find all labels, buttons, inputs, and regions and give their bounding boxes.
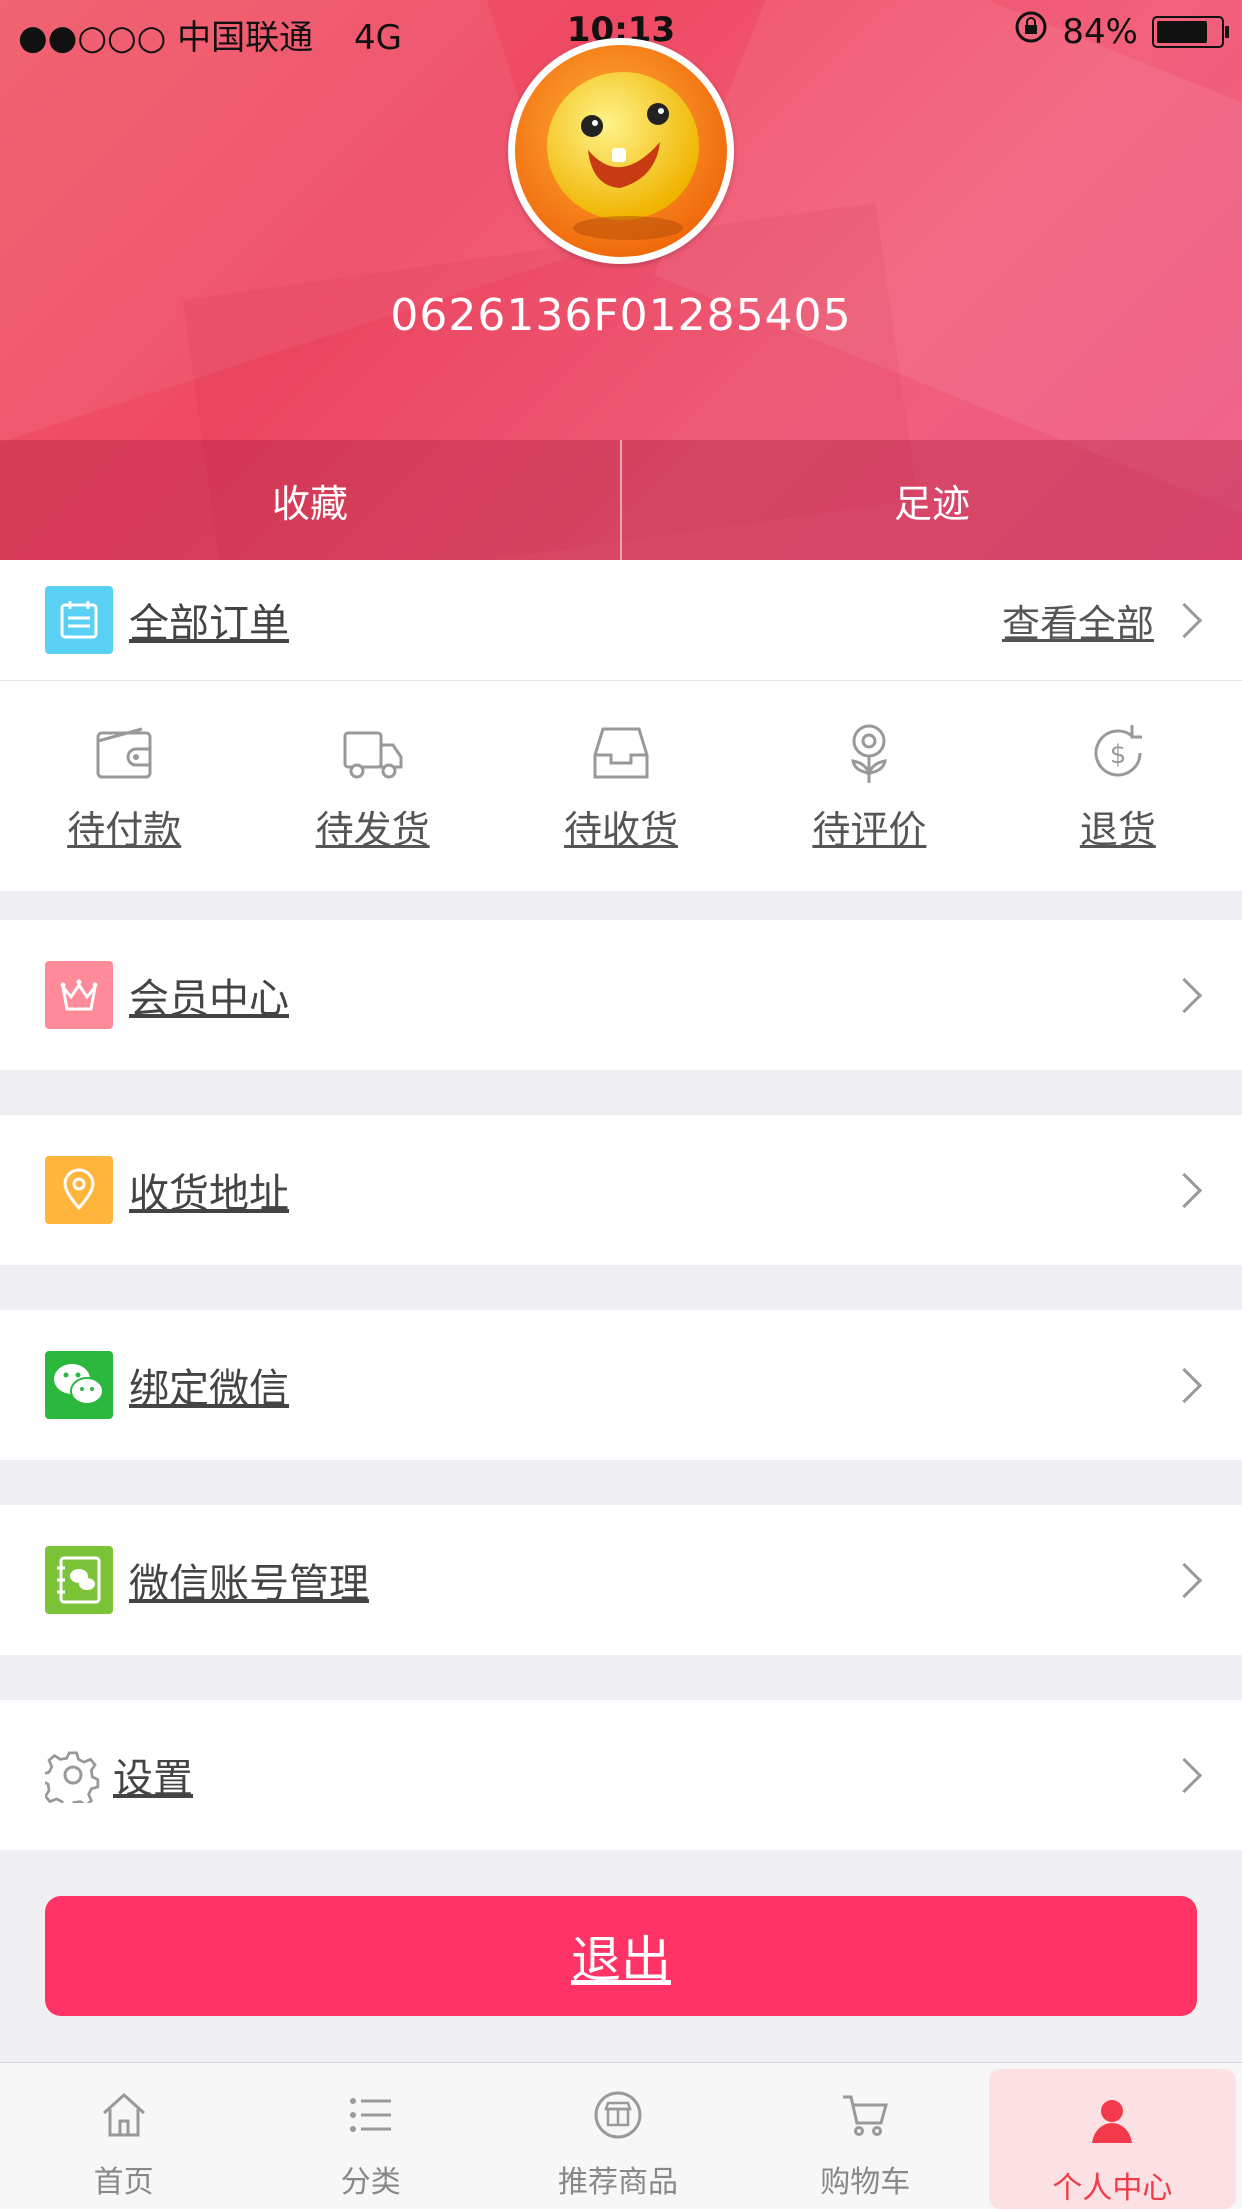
settings-label: 设置	[113, 1756, 193, 1802]
order-status-label: 待评价	[812, 808, 927, 852]
truck-icon	[343, 731, 403, 779]
chevron-right-icon	[1166, 1757, 1203, 1794]
avatar[interactable]	[508, 38, 734, 264]
quick-tabs: 收藏 足迹	[0, 440, 1242, 560]
chevron-right-icon	[1166, 977, 1203, 1014]
order-status-refund[interactable]: $ 退货	[994, 681, 1242, 891]
tab-label: 个人中心	[1052, 2171, 1173, 2206]
footprints-tab[interactable]: 足迹	[622, 440, 1242, 560]
settings-row[interactable]: 设置	[0, 1700, 1242, 1850]
tab-profile[interactable]: 个人中心	[988, 2069, 1237, 2209]
chevron-right-icon	[1166, 1562, 1203, 1599]
tab-label: 推荐商品	[558, 2165, 678, 2200]
chevron-right-icon	[1166, 1172, 1203, 1209]
address-label: 收货地址	[129, 1171, 289, 1217]
bottom-tab-bar: 首页 分类 推荐商品 购物车 个人中心	[0, 2062, 1242, 2209]
battery-percent: 84%	[1062, 11, 1138, 52]
tab-label: 首页	[93, 2165, 154, 2200]
order-status-bar: 待付款 待发货 待收货 待评价 $ 退货	[0, 680, 1242, 891]
all-orders-row[interactable]: 全部订单 查看全部	[0, 560, 1242, 680]
wechat-account-label: 微信账号管理	[129, 1561, 369, 1607]
favorites-tab[interactable]: 收藏	[0, 440, 620, 560]
order-status-pending-receipt[interactable]: 待收货	[497, 681, 745, 891]
tab-home[interactable]: 首页	[0, 2063, 247, 2209]
username: 0626136F01285405	[390, 290, 852, 341]
chevron-right-icon	[1166, 1367, 1203, 1404]
calendar-icon	[45, 586, 113, 654]
wechat-contacts-icon	[45, 1546, 113, 1614]
flower-icon	[851, 724, 888, 783]
order-status-pending-review[interactable]: 待评价	[745, 681, 993, 891]
location-pin-icon	[45, 1156, 113, 1224]
wechat-icon	[45, 1351, 113, 1419]
order-status-pending-shipment[interactable]: 待发货	[248, 681, 496, 891]
person-icon	[1092, 2100, 1133, 2143]
view-all-link[interactable]: 查看全部	[1002, 593, 1154, 648]
member-center-row[interactable]: 会员中心	[0, 920, 1242, 1070]
profile-header: ●●○○○ 中国联通 4G 10:13 84% 0626136F01285405…	[0, 0, 1242, 560]
wallet-icon	[96, 727, 152, 779]
status-right: 84%	[1014, 10, 1229, 53]
wechat-account-row[interactable]: 微信账号管理	[0, 1505, 1242, 1655]
refund-icon: $	[1094, 725, 1142, 777]
chevron-right-icon	[1166, 602, 1203, 639]
home-icon	[102, 2092, 145, 2137]
order-status-label: 待发货	[315, 808, 430, 852]
member-center-label: 会员中心	[129, 976, 289, 1022]
all-orders-label: 全部订单	[129, 601, 289, 647]
gear-icon	[41, 1747, 101, 1810]
tab-label: 购物车	[820, 2165, 911, 2200]
store-icon	[594, 2091, 642, 2139]
order-status-pending-payment[interactable]: 待付款	[0, 681, 248, 891]
svg-text:$: $	[1110, 740, 1127, 770]
list-icon	[349, 2098, 391, 2132]
tab-label: 分类	[340, 2165, 401, 2200]
battery-icon	[1152, 15, 1229, 48]
tab-recommended[interactable]: 推荐商品	[494, 2063, 741, 2209]
address-row[interactable]: 收货地址	[0, 1115, 1242, 1265]
cart-icon	[843, 2095, 889, 2136]
crown-icon	[45, 961, 113, 1029]
bind-wechat-row[interactable]: 绑定微信	[0, 1310, 1242, 1460]
order-status-label: 待付款	[67, 808, 182, 852]
bind-wechat-label: 绑定微信	[129, 1366, 289, 1412]
order-status-label: 退货	[1079, 808, 1156, 852]
logout-button[interactable]: 退出	[45, 1896, 1197, 2016]
order-status-label: 待收货	[564, 808, 679, 852]
inbox-icon	[593, 727, 649, 779]
rotation-lock-icon	[1014, 10, 1048, 53]
tab-cart[interactable]: 购物车	[742, 2063, 989, 2209]
tab-category[interactable]: 分类	[247, 2063, 494, 2209]
smiley-avatar-icon	[515, 45, 727, 257]
